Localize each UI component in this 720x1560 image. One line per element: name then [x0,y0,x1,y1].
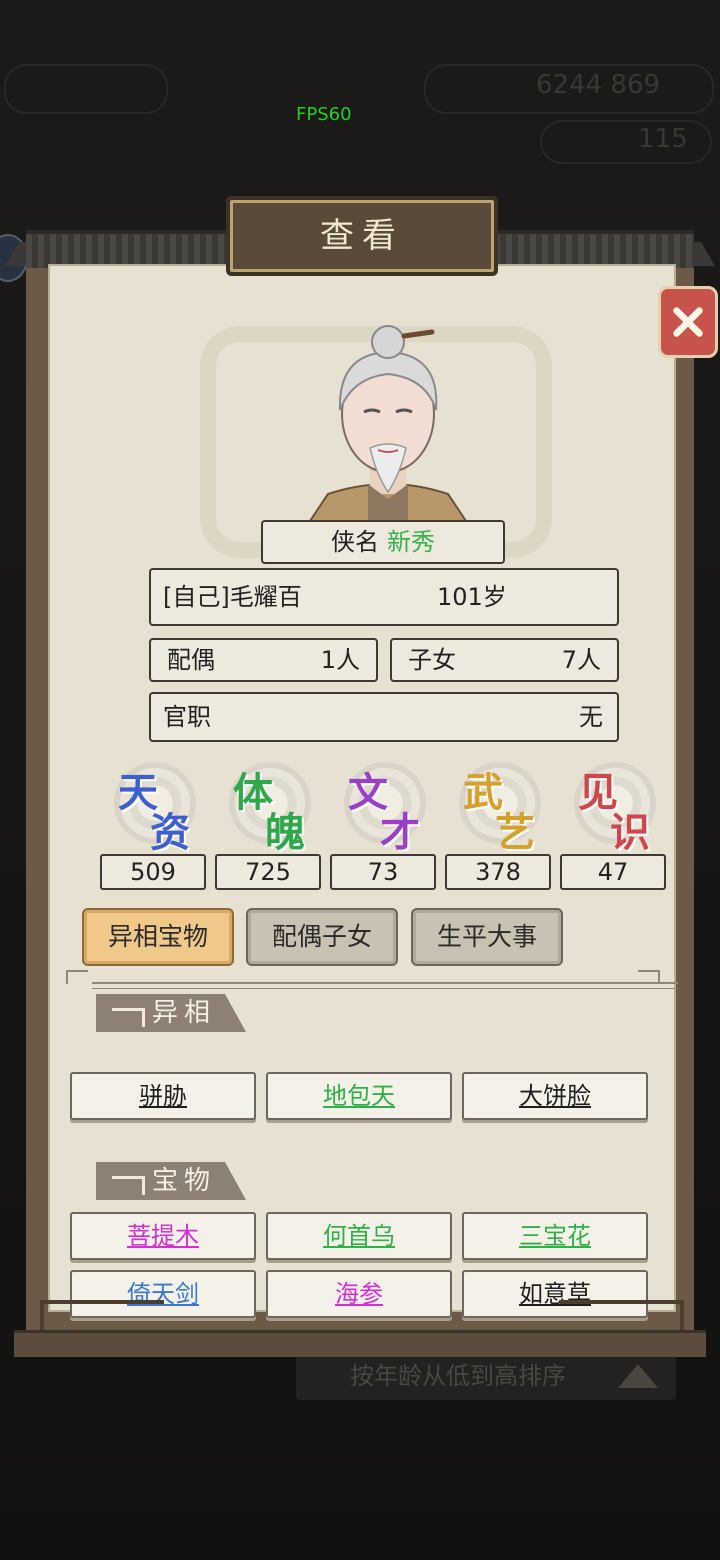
dialog-title-plate: 查看 [230,200,494,272]
children-value: 7人 [561,646,601,674]
stat-emblem: 文 才 [330,756,436,856]
stat-emblem: 见 识 [560,756,666,856]
sort-bar[interactable]: 按年龄从低到高排序 [296,1352,676,1400]
character-portrait [308,325,468,524]
stat-char-2: 艺 [495,809,535,856]
trait-button[interactable]: 大饼脸 [462,1072,648,1120]
divider-corner-right [638,970,660,984]
stat-emblem: 体 魄 [215,756,321,856]
stat-value: 509 [100,854,206,890]
stat-martial: 武 艺 378 [445,756,551,890]
bg-currency-bar: 6244 869 [424,64,714,114]
spouse-value: 1人 [320,646,360,674]
stat-char-2: 资 [150,809,190,856]
hero-name-value: 新秀 [387,528,435,556]
traits-section-title: 异相 [152,998,217,1028]
stat-emblem: 天 资 [100,756,206,856]
bg-count-text: 115 [638,124,688,154]
dialog-title: 查看 [320,216,404,256]
fps-counter: FPS60 [296,104,352,125]
treasures-section-header: 宝物 [96,1162,246,1200]
triangle-up-icon [618,1364,658,1388]
sort-label: 按年龄从低到高排序 [350,1362,566,1390]
hero-name-box: 侠名 新秀 [261,520,505,564]
trait-button[interactable]: 地包天 [266,1072,452,1120]
spouse-label: 配偶 [167,646,215,674]
fret-pattern-icon [112,1176,145,1195]
stat-literacy: 文 才 73 [330,756,436,890]
section-divider [92,982,678,989]
frame-corner-right [560,1300,684,1334]
bg-currency-text: 6244 869 [536,70,661,100]
stat-char-2: 才 [380,809,420,856]
bg-count-bar: 115 [540,120,712,164]
identity-row: [自己]毛耀百 101岁 [149,568,619,626]
children-label: 子女 [408,646,456,674]
spouse-row: 配偶 1人 [149,638,378,682]
close-button[interactable] [658,286,718,358]
tab-life-events[interactable]: 生平大事 [411,908,563,966]
stat-physique: 体 魄 725 [215,756,321,890]
stat-value: 725 [215,854,321,890]
stat-knowledge: 见 识 47 [560,756,666,890]
stat-char-2: 识 [610,809,650,856]
dialog-base [14,1330,706,1357]
treasure-button[interactable]: 菩提木 [70,1212,256,1260]
hero-name-label: 侠名 [331,528,379,556]
treasure-button[interactable]: 海参 [266,1270,452,1318]
dialog-paper: 侠名 新秀 [自己]毛耀百 101岁 配偶 1人 子女 7人 官职 无 天 资 5… [48,264,678,1318]
age-value: 101岁 [437,583,507,611]
treasure-button[interactable]: 何首乌 [266,1212,452,1260]
stat-value: 47 [560,854,666,890]
close-icon [673,307,703,337]
stat-emblem: 武 艺 [445,756,551,856]
traits-section-header: 异相 [96,994,246,1032]
frame-corner-left [40,1300,164,1334]
stat-talent: 天 资 509 [100,756,206,890]
identity-name: [自己]毛耀百 [163,583,302,611]
character-view-dialog: 侠名 新秀 [自己]毛耀百 101岁 配偶 1人 子女 7人 官职 无 天 资 5… [5,200,718,1357]
stat-char-2: 魄 [265,809,305,856]
children-row: 子女 7人 [390,638,619,682]
treasure-button[interactable]: 三宝花 [462,1212,648,1260]
treasures-section-title: 宝物 [152,1166,217,1196]
fret-pattern-icon [112,1008,145,1027]
stat-value: 378 [445,854,551,890]
office-label: 官职 [163,703,211,731]
office-row: 官职 无 [149,692,619,742]
trait-button[interactable]: 骈胁 [70,1072,256,1120]
divider-corner-left [66,970,88,984]
stat-value: 73 [330,854,436,890]
tab-spouse-children[interactable]: 配偶子女 [246,908,398,966]
tab-traits-treasures[interactable]: 异相宝物 [82,908,234,966]
bg-panel-fragment [4,64,168,114]
office-value: 无 [579,703,603,731]
